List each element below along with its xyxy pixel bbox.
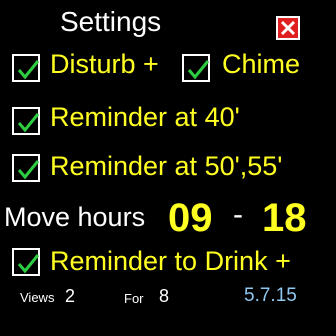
version-text: 5.7.15	[244, 285, 297, 306]
views-value: 2	[65, 286, 76, 306]
checkmark-icon	[17, 60, 40, 80]
move-hours-label: Move hours	[4, 202, 146, 232]
move-hours-separator: -	[233, 198, 243, 231]
checkbox-disturb[interactable]	[12, 54, 40, 82]
checkbox-label-disturb[interactable]: Disturb +	[50, 48, 159, 80]
checkbox-reminder-50-55[interactable]	[12, 154, 40, 182]
move-hours-end[interactable]: 18	[262, 196, 307, 240]
checkbox-chime[interactable]	[182, 54, 210, 82]
checkmark-icon	[17, 113, 40, 133]
checkbox-label-reminder-50-55[interactable]: Reminder at 50',55'	[50, 150, 282, 182]
views-label: Views	[20, 290, 55, 305]
checkbox-reminder-40[interactable]	[12, 107, 40, 135]
checkbox-label-reminder-40[interactable]: Reminder at 40'	[50, 101, 240, 133]
move-hours-start[interactable]: 09	[168, 196, 213, 240]
checkbox-label-reminder-drink[interactable]: Reminder to Drink +	[50, 245, 291, 277]
checkmark-icon	[187, 60, 210, 80]
for-label: For	[124, 291, 144, 306]
close-x-icon	[280, 20, 296, 36]
checkbox-label-chime[interactable]: Chime	[222, 48, 300, 80]
for-value: 8	[159, 286, 170, 306]
checkmark-icon	[17, 254, 40, 274]
page-title: Settings	[60, 6, 162, 37]
checkbox-reminder-drink[interactable]	[12, 248, 40, 276]
close-button[interactable]	[276, 16, 300, 40]
checkmark-icon	[17, 160, 40, 180]
